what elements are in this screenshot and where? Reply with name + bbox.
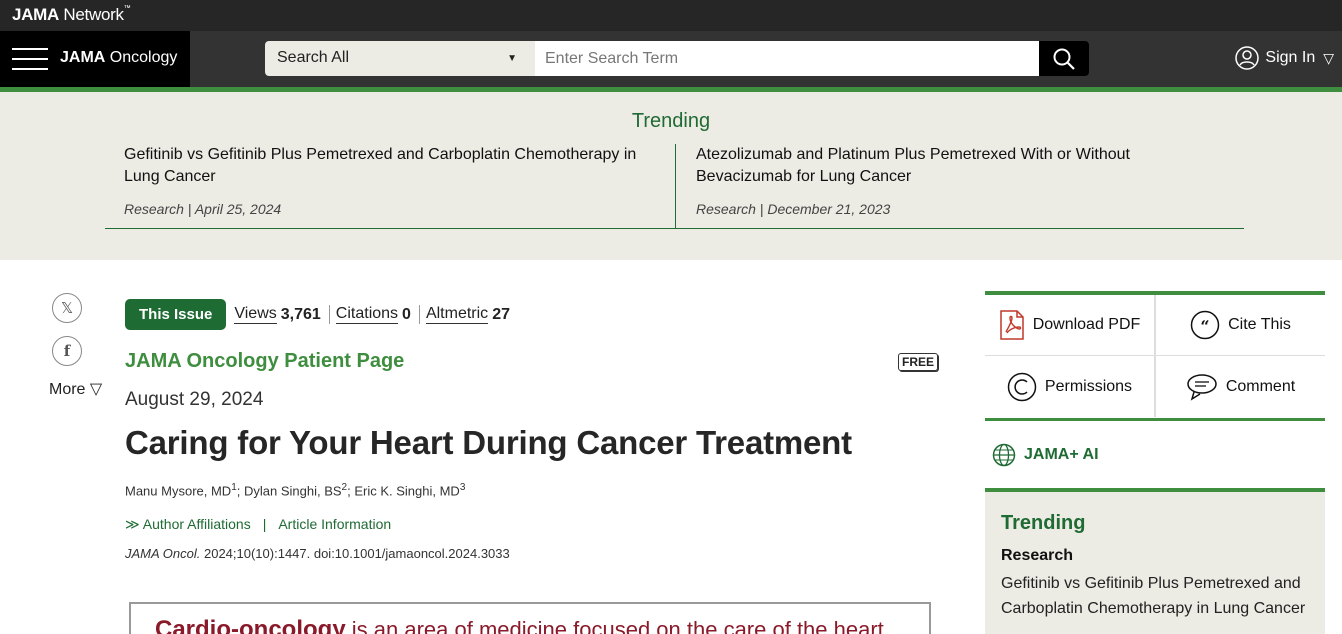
chevron-down-icon: ▽ bbox=[89, 381, 103, 398]
trending-item[interactable]: Gefitinib vs Gefitinib Plus Pemetrexed a… bbox=[105, 144, 675, 229]
sidebar-trending-item[interactable]: Gefitinib vs Gefitinib Plus Pemetrexed a… bbox=[1001, 571, 1309, 621]
facebook-share-icon[interactable]: f bbox=[52, 336, 82, 366]
article-citation: JAMA Oncol. 2024;10(10):1447. doi:10.100… bbox=[125, 546, 510, 561]
download-pdf-button[interactable]: Download PDF bbox=[985, 295, 1155, 356]
trending-item-meta: Research | December 21, 2023 bbox=[696, 201, 891, 217]
article-links: ≫ Author Affiliations | Article Informat… bbox=[125, 516, 391, 533]
chevron-down-icon: ▽ bbox=[1323, 49, 1334, 66]
search-icon bbox=[1053, 48, 1075, 70]
link-separator: | bbox=[262, 516, 267, 532]
journal-header: JAMA Oncology Search All ▼ Sign In ▽ bbox=[0, 31, 1342, 87]
author-list: Manu Mysore, MD1; Dylan Singhi, BS2; Eri… bbox=[125, 482, 466, 499]
svg-text:“: “ bbox=[1200, 317, 1209, 336]
author-name[interactable]: Manu Mysore, MD bbox=[125, 483, 231, 498]
trending-item-title[interactable]: Gefitinib vs Gefitinib Plus Pemetrexed a… bbox=[124, 144, 644, 188]
caret-down-icon: ▼ bbox=[507, 53, 517, 64]
free-badge: FREE bbox=[898, 353, 939, 371]
jama-ai-link[interactable]: JAMA+ AI bbox=[992, 443, 1099, 467]
author-name[interactable]: ; Eric K. Singhi, MD bbox=[347, 483, 460, 498]
search-button[interactable] bbox=[1039, 41, 1089, 76]
journal-brand: JAMA Oncology bbox=[0, 31, 190, 87]
sign-in-button[interactable]: Sign In ▽ bbox=[1235, 46, 1334, 70]
double-chevron-right-icon: ≫ bbox=[125, 516, 140, 532]
permissions-button[interactable]: Permissions bbox=[985, 356, 1155, 417]
copyright-icon bbox=[1007, 372, 1037, 401]
pdf-icon bbox=[999, 310, 1024, 340]
comment-icon bbox=[1187, 373, 1217, 401]
article-title: Caring for Your Heart During Cancer Trea… bbox=[125, 424, 852, 461]
article-information-link[interactable]: Article Information bbox=[278, 516, 391, 533]
x-share-icon[interactable]: 𝕏 bbox=[52, 293, 82, 323]
sidebar-trending-title: Trending bbox=[1001, 512, 1086, 534]
quote-icon: “ bbox=[1190, 310, 1220, 340]
trending-title: Trending bbox=[631, 110, 711, 132]
jama-network-logo[interactable]: JAMA Network™ bbox=[12, 5, 131, 25]
article-section-label[interactable]: JAMA Oncology Patient Page bbox=[125, 350, 404, 373]
more-share-button[interactable]: More ▽ bbox=[49, 379, 102, 399]
author-affiliations-link[interactable]: ≫ Author Affiliations bbox=[125, 516, 251, 533]
trending-item-title[interactable]: Atezolizumab and Platinum Plus Pemetrexe… bbox=[696, 144, 1216, 188]
sidebar-trending-category: Research bbox=[1001, 547, 1074, 564]
search-scope-select[interactable]: Search All ▼ bbox=[265, 41, 535, 76]
network-bar: JAMA Network™ bbox=[0, 0, 1342, 31]
trending-item[interactable]: Atezolizumab and Platinum Plus Pemetrexe… bbox=[675, 144, 1244, 229]
trending-item-meta: Research | April 25, 2024 bbox=[124, 201, 282, 217]
article-metrics: This Issue Views 3,761 Citations 0 Altmetr… bbox=[125, 299, 518, 330]
trending-band: Trending Gefitinib vs Gefitinib Plus Pem… bbox=[0, 92, 1342, 260]
author-name[interactable]: ; Dylan Singhi, BS bbox=[237, 483, 342, 498]
menu-icon[interactable] bbox=[12, 48, 48, 70]
this-issue-button[interactable]: This Issue bbox=[125, 299, 227, 330]
article-date: August 29, 2024 bbox=[125, 389, 264, 410]
altmetric-metric[interactable]: Altmetric 27 bbox=[418, 305, 518, 324]
journal-logo[interactable]: JAMA Oncology bbox=[60, 49, 177, 67]
article-tools: Download PDF “ Cite This Permissions Com… bbox=[985, 291, 1325, 421]
cite-this-button[interactable]: “ Cite This bbox=[1155, 295, 1325, 356]
user-icon bbox=[1235, 46, 1260, 70]
globe-icon bbox=[992, 443, 1016, 467]
share-bar: 𝕏 f More ▽ bbox=[49, 293, 102, 398]
article-callout: Cardio-oncology is an area of medicine f… bbox=[129, 602, 931, 634]
citations-metric[interactable]: Citations 0 bbox=[328, 305, 419, 324]
comment-button[interactable]: Comment bbox=[1155, 356, 1325, 417]
sidebar-trending: Trending Research Gefitinib vs Gefitinib… bbox=[985, 488, 1325, 634]
search-input[interactable] bbox=[535, 41, 1040, 76]
views-metric[interactable]: Views 3,761 bbox=[234, 305, 328, 324]
